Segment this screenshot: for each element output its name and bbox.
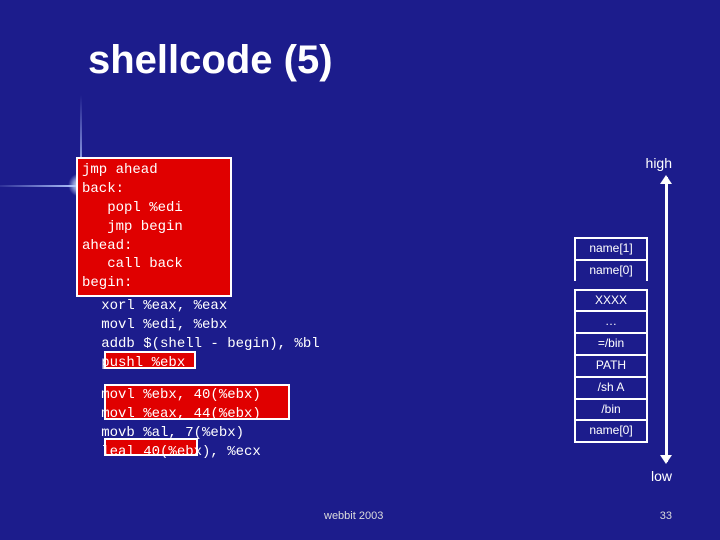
stack-cell: PATH	[574, 354, 648, 376]
stack-cell: name[1]	[574, 237, 648, 259]
stack-cell: …	[574, 310, 648, 332]
code-block-3: movl %ebx, 40(%ebx) movl %eax, 44(%ebx) …	[76, 386, 316, 462]
slide-title: shellcode (5)	[88, 38, 333, 83]
stack-diagram: name[1] name[0] XXXX … =/bin PATH /sh A …	[574, 237, 648, 443]
memory-direction-arrow	[665, 177, 668, 462]
code-block-1: jmp ahead back: popl %edi jmp begin ahea…	[76, 157, 232, 297]
stack-cell: name[0]	[574, 259, 648, 281]
stack-cell: XXXX	[574, 289, 648, 311]
stack-cell: name[0]	[574, 419, 648, 443]
stack-cell: /sh A	[574, 376, 648, 398]
memory-high-label: high	[646, 155, 672, 171]
footer-event: webbit 2003	[324, 510, 383, 522]
code-block-2: xorl %eax, %eax movl %edi, %ebx addb $(s…	[76, 297, 366, 373]
memory-low-label: low	[651, 468, 672, 484]
stack-cell: /bin	[574, 398, 648, 420]
stack-cell: =/bin	[574, 332, 648, 354]
slide-number: 33	[660, 510, 672, 522]
